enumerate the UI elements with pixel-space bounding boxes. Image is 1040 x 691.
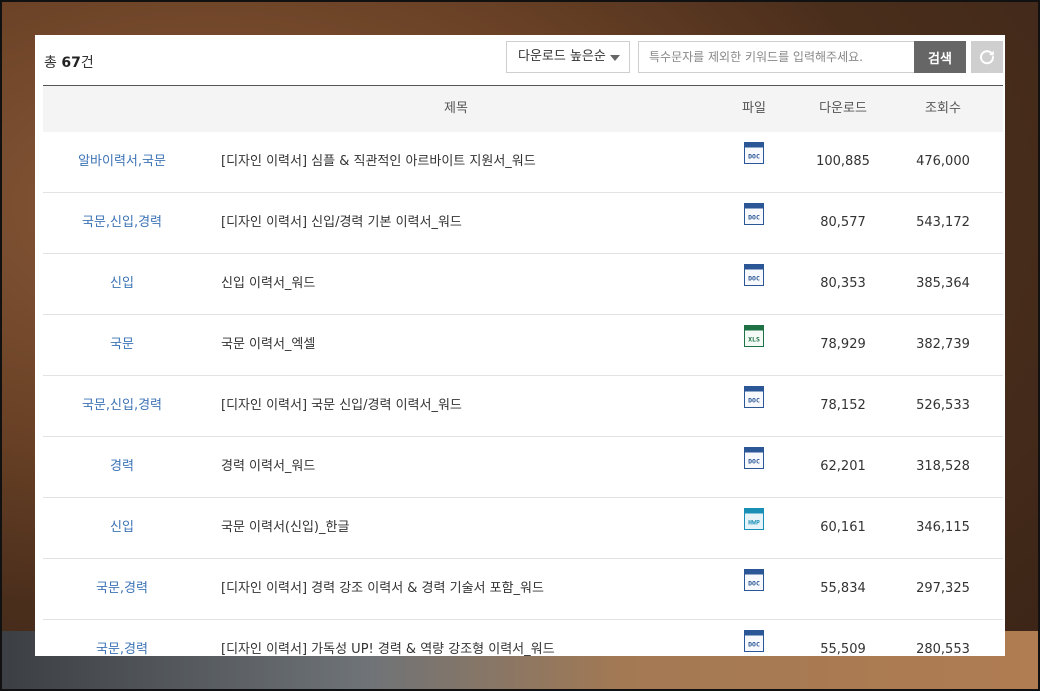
- row-downloads: 55,509: [820, 642, 866, 656]
- total-count-number: 67: [61, 55, 81, 71]
- search-input[interactable]: [638, 41, 915, 73]
- header-title: 제목: [444, 101, 468, 116]
- table-row: 국문,경력 [디자인 이력서] 경력 강조 이력서 & 경력 기술서 포함_워드 D…: [43, 559, 1003, 620]
- header-file: 파일: [742, 101, 766, 116]
- row-title-link[interactable]: [디자인 이력서] 신입/경력 기본 이력서_워드: [221, 193, 721, 252]
- row-views: 318,528: [916, 459, 970, 474]
- row-title-link[interactable]: [디자인 이력서] 국문 신입/경력 이력서_워드: [221, 376, 721, 435]
- svg-text:DOC: DOC: [748, 457, 760, 465]
- row-downloads: 100,885: [816, 154, 870, 169]
- row-downloads: 78,929: [820, 337, 866, 352]
- doc-file-icon[interactable]: DOC: [744, 558, 764, 617]
- xls-file-icon[interactable]: XLS: [744, 314, 764, 373]
- row-file-cell: HWP: [733, 498, 775, 557]
- table-row: 알바이력서,국문 [디자인 이력서] 심플 & 직관적인 아르바이트 지원서_워드…: [43, 132, 1003, 193]
- row-file-cell: XLS: [733, 315, 775, 374]
- row-title-link[interactable]: 신입 이력서_워드: [221, 254, 721, 313]
- svg-text:DOC: DOC: [748, 640, 760, 648]
- doc-file-icon[interactable]: DOC: [744, 375, 764, 434]
- row-downloads: 78,152: [820, 398, 866, 413]
- table-row: 국문,경력 [디자인 이력서] 가독성 UP! 경력 & 역량 강조형 이력서_워…: [43, 620, 1003, 656]
- row-downloads: 80,577: [820, 215, 866, 230]
- list-toolbar: 총 67건 다운로드 높은순 검색: [35, 35, 1005, 85]
- row-category-link[interactable]: 신입: [43, 254, 201, 313]
- row-category-link[interactable]: 국문,경력: [43, 559, 201, 618]
- svg-text:DOC: DOC: [748, 579, 760, 587]
- row-title-link[interactable]: [디자인 이력서] 가독성 UP! 경력 & 역량 강조형 이력서_워드: [221, 620, 721, 656]
- table-body: 알바이력서,국문 [디자인 이력서] 심플 & 직관적인 아르바이트 지원서_워드…: [43, 132, 1003, 656]
- row-file-cell: DOC: [733, 254, 775, 313]
- table-row: 신입 신입 이력서_워드 DOC 80,353 385,364: [43, 254, 1003, 315]
- row-category-link[interactable]: 경력: [43, 437, 201, 496]
- row-file-cell: DOC: [733, 376, 775, 435]
- doc-file-icon[interactable]: DOC: [744, 192, 764, 251]
- refresh-button[interactable]: [971, 41, 1003, 73]
- row-category-link[interactable]: 국문,신입,경력: [43, 193, 201, 252]
- row-views: 385,364: [916, 276, 970, 291]
- svg-text:DOC: DOC: [748, 213, 760, 221]
- row-category-link[interactable]: 국문,신입,경력: [43, 376, 201, 435]
- row-file-cell: DOC: [733, 193, 775, 252]
- search-button[interactable]: 검색: [914, 41, 966, 73]
- total-prefix: 총: [44, 55, 62, 71]
- row-file-cell: DOC: [733, 437, 775, 496]
- row-file-cell: DOC: [733, 132, 775, 191]
- total-count: 총 67건: [44, 52, 94, 72]
- row-category-link[interactable]: 국문: [43, 315, 201, 374]
- row-title-link[interactable]: 국문 이력서(신입)_한글: [221, 498, 721, 557]
- row-views: 297,325: [916, 581, 970, 596]
- header-views: 조회수: [925, 101, 961, 116]
- table-row: 신입 국문 이력서(신입)_한글 HWP 60,161 346,115: [43, 498, 1003, 559]
- row-title-link[interactable]: 국문 이력서_엑셀: [221, 315, 721, 374]
- chevron-down-icon: [610, 55, 620, 61]
- row-title-link[interactable]: [디자인 이력서] 경력 강조 이력서 & 경력 기술서 포함_워드: [221, 559, 721, 618]
- svg-text:HWP: HWP: [748, 518, 760, 526]
- row-file-cell: DOC: [733, 559, 775, 618]
- resume-list-panel: 총 67건 다운로드 높은순 검색 제목 파일 다운로드 조회수 알바이력서,국…: [35, 35, 1005, 656]
- svg-text:DOC: DOC: [748, 274, 760, 282]
- table-row: 경력 경력 이력서_워드 DOC 62,201 318,528: [43, 437, 1003, 498]
- row-title-link[interactable]: 경력 이력서_워드: [221, 437, 721, 496]
- header-downloads: 다운로드: [819, 101, 867, 116]
- hwp-file-icon[interactable]: HWP: [744, 497, 764, 556]
- doc-file-icon[interactable]: DOC: [744, 619, 764, 657]
- svg-text:XLS: XLS: [748, 335, 760, 343]
- refresh-icon: [980, 50, 995, 65]
- doc-file-icon[interactable]: DOC: [744, 131, 764, 190]
- table-header: 제목 파일 다운로드 조회수: [43, 85, 1003, 132]
- row-category-link[interactable]: 국문,경력: [43, 620, 201, 656]
- row-file-cell: DOC: [733, 620, 775, 656]
- row-views: 382,739: [916, 337, 970, 352]
- row-category-link[interactable]: 알바이력서,국문: [43, 132, 201, 191]
- row-downloads: 62,201: [820, 459, 866, 474]
- row-downloads: 55,834: [820, 581, 866, 596]
- row-views: 526,533: [916, 398, 970, 413]
- row-views: 543,172: [916, 215, 970, 230]
- doc-file-icon[interactable]: DOC: [744, 436, 764, 495]
- doc-file-icon[interactable]: DOC: [744, 253, 764, 312]
- sort-select[interactable]: 다운로드 높은순: [506, 41, 630, 73]
- table-row: 국문,신입,경력 [디자인 이력서] 신입/경력 기본 이력서_워드 DOC 80,5…: [43, 193, 1003, 254]
- total-suffix: 건: [80, 55, 94, 71]
- row-views: 280,553: [916, 642, 970, 656]
- table-row: 국문 국문 이력서_엑셀 XLS 78,929 382,739: [43, 315, 1003, 376]
- row-views: 346,115: [916, 520, 970, 535]
- resume-table: 제목 파일 다운로드 조회수 알바이력서,국문 [디자인 이력서] 심플 & 직관…: [43, 85, 1003, 656]
- row-category-link[interactable]: 신입: [43, 498, 201, 557]
- svg-text:DOC: DOC: [748, 152, 760, 160]
- row-title-link[interactable]: [디자인 이력서] 심플 & 직관적인 아르바이트 지원서_워드: [221, 132, 721, 191]
- row-views: 476,000: [916, 154, 970, 169]
- row-downloads: 80,353: [820, 276, 866, 291]
- svg-text:DOC: DOC: [748, 396, 760, 404]
- row-downloads: 60,161: [820, 520, 866, 535]
- sort-select-label: 다운로드 높은순: [518, 49, 606, 64]
- table-row: 국문,신입,경력 [디자인 이력서] 국문 신입/경력 이력서_워드 DOC 78,1…: [43, 376, 1003, 437]
